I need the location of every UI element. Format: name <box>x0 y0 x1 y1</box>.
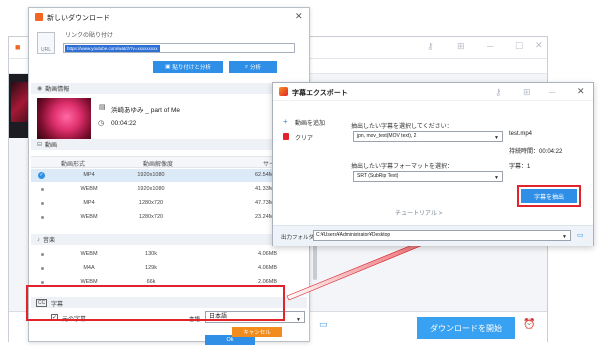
subtitle-format-value: SRT (SubRip Text) <box>357 173 399 179</box>
chevron-down-icon: ▼ <box>494 175 499 181</box>
folder-icon[interactable]: ▭ <box>577 231 584 239</box>
cart-icon[interactable]: ⊞ <box>523 87 531 98</box>
subtitle-export-title: 字幕エクスポート <box>292 90 348 97</box>
subtitle-export-window: 字幕エクスポート ⚷ ⊞ ─ ✕ + 動画を追加 クリア 抽出したい字幕を選択し… <box>272 82 594 246</box>
select-track-label: 抽出したい字幕を選択してください： <box>351 124 453 130</box>
select-format-label: 抽出したい字幕フォーマットを選択： <box>351 164 454 170</box>
subtitle-format-select[interactable]: SRT (SubRip Text) ▼ <box>353 171 503 182</box>
trash-icon[interactable] <box>283 133 289 140</box>
output-folder-bar: 出力フォルダ： C:¥Users¥Administrator¥Desktop ▼… <box>273 225 593 246</box>
output-path-value: C:¥Users¥Administrator¥Desktop <box>316 232 391 238</box>
close-icon[interactable]: ✕ <box>577 86 585 97</box>
subtitle-track-select[interactable]: jpn, mov_text(MOV text), 2 ▼ <box>353 131 503 142</box>
clear-button[interactable]: クリア <box>295 133 313 142</box>
plus-icon[interactable]: + <box>283 117 288 126</box>
subtitle-track-value: jpn, mov_text(MOV text), 2 <box>357 133 417 139</box>
tutorial-link[interactable]: チュートリアル > <box>395 208 442 217</box>
output-path-select[interactable]: C:¥Users¥Administrator¥Desktop ▼ <box>313 230 571 241</box>
duration-text: 持続時間：00:04:22 <box>509 149 563 155</box>
chevron-down-icon: ▼ <box>494 135 499 141</box>
subtitle-export-titlebar: 字幕エクスポート ⚷ ⊞ ─ ✕ <box>273 83 593 101</box>
file-name: test.mp4 <box>509 131 533 137</box>
subtitle-count: 字幕：1 <box>509 164 531 170</box>
extract-highlight-box <box>517 185 581 207</box>
subtitle-export-logo-icon <box>279 87 288 96</box>
key-icon[interactable]: ⚷ <box>495 87 502 98</box>
chevron-down-icon: ▼ <box>562 234 567 240</box>
add-video-button[interactable]: 動画を追加 <box>295 118 325 127</box>
minimize-icon[interactable]: ─ <box>549 87 555 97</box>
